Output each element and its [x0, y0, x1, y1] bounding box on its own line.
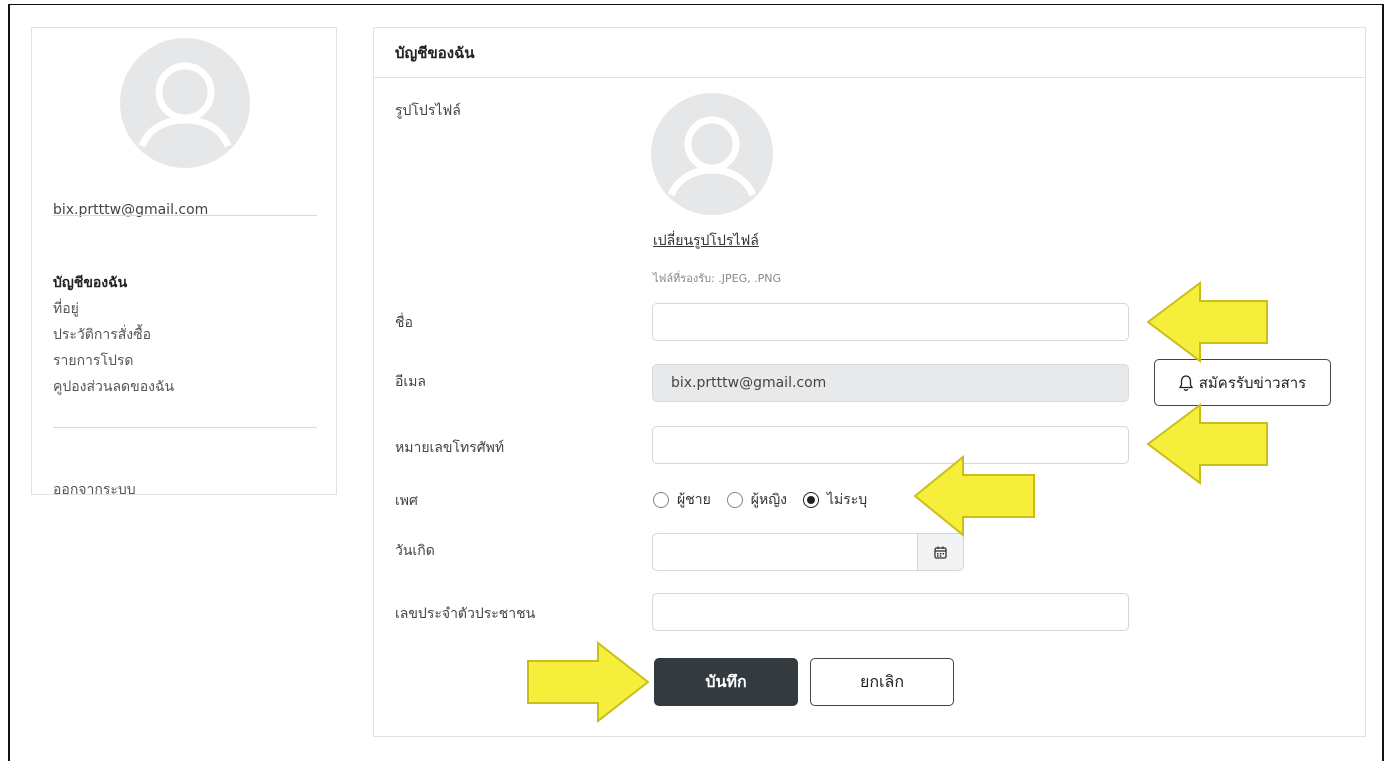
gender-option-male[interactable]: ผู้ชาย: [653, 489, 711, 511]
subscribe-label: สมัครรับข่าวสาร: [1198, 373, 1307, 392]
profile-picture-label: รูปโปรไฟล์: [395, 103, 461, 119]
sidebar-item-order-history[interactable]: ประวัติการสั่งซื้อ: [53, 322, 174, 348]
left-arrow-annotation: [1146, 281, 1268, 363]
left-arrow-annotation: [913, 455, 1035, 537]
birthday-input[interactable]: [652, 533, 918, 571]
calendar-button[interactable]: [917, 533, 964, 571]
gender-radio-group: ผู้ชาย ผู้หญิง ไม่ระบุ: [653, 489, 873, 511]
profile-avatar-icon: [651, 93, 773, 215]
gender-option-label: ผู้หญิง: [750, 492, 787, 508]
file-format-hint: ไฟล์ที่รองรับ: .JPEG, .PNG: [653, 272, 782, 285]
email-label: อีเมล: [395, 374, 427, 390]
sidebar-item-address[interactable]: ที่อยู่: [53, 296, 174, 322]
page-title: บัญชีของฉัน: [374, 28, 1365, 78]
account-sidebar: bix.prtttw@gmail.com บัญชีของฉัน ที่อยู่…: [31, 27, 337, 498]
radio-button[interactable]: [653, 492, 669, 508]
name-label: ชื่อ: [395, 315, 413, 331]
radio-button-selected[interactable]: [802, 492, 819, 508]
change-profile-picture-link[interactable]: เปลี่ยนรูปโปรไฟล์: [653, 230, 759, 252]
sidebar-divider: [53, 427, 317, 428]
gender-option-unspecified[interactable]: ไม่ระบุ: [802, 489, 868, 511]
national-id-label: เลขประจำตัวประชาชน: [395, 606, 536, 622]
user-avatar-icon: [120, 38, 250, 168]
right-arrow-annotation: [527, 641, 650, 723]
save-button[interactable]: บันทึก: [654, 658, 798, 706]
gender-option-label: ผู้ชาย: [677, 492, 711, 508]
sidebar-menu: บัญชีของฉัน ที่อยู่ ประวัติการสั่งซื้อ ร…: [53, 270, 174, 400]
sidebar-item-coupons[interactable]: คูปองส่วนลดของฉัน: [53, 374, 174, 400]
left-arrow-annotation: [1146, 403, 1268, 485]
sidebar-divider: [53, 215, 317, 216]
birthday-label: วันเกิด: [395, 543, 435, 559]
phone-label: หมายเลขโทรศัพท์: [395, 440, 505, 456]
sidebar-item-favorites[interactable]: รายการโปรด: [53, 348, 174, 374]
calendar-icon: [934, 546, 947, 559]
account-form-card: บัญชีของฉัน รูปโปรไฟล์ เปลี่ยนรูปโปรไฟล์…: [373, 27, 1366, 737]
subscribe-newsletter-button[interactable]: สมัครรับข่าวสาร: [1154, 359, 1331, 406]
radio-button[interactable]: [726, 492, 743, 508]
gender-option-label: ไม่ระบุ: [826, 492, 868, 508]
email-field: [652, 364, 1129, 402]
phone-input[interactable]: [652, 426, 1129, 464]
cancel-button[interactable]: ยกเลิก: [810, 658, 954, 706]
national-id-input[interactable]: [652, 593, 1129, 631]
sidebar-item-my-account[interactable]: บัญชีของฉัน: [53, 270, 174, 296]
logout-link[interactable]: ออกจากระบบ: [53, 479, 136, 501]
gender-label: เพศ: [395, 493, 418, 509]
name-input[interactable]: [652, 303, 1129, 341]
gender-option-female[interactable]: ผู้หญิง: [726, 489, 787, 511]
bell-icon: [1178, 374, 1193, 391]
